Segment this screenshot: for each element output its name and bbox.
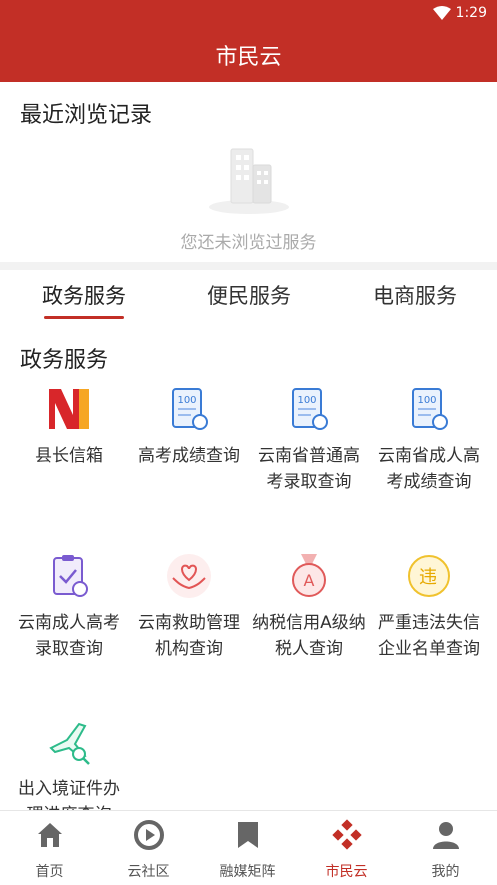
active-tab-indicator (44, 316, 124, 319)
tab-convenience-services[interactable]: 便民服务 (179, 280, 319, 310)
service-item-adult-score[interactable]: 100 云南省成人高考成绩查询 (370, 385, 488, 495)
violation-badge-icon: 违 (408, 555, 450, 597)
status-bar: 1:29 (0, 0, 497, 28)
service-item-rescue-agency[interactable]: 云南救助管理机构查询 (130, 552, 248, 662)
nav-citizen-cloud[interactable]: 市民云 (297, 811, 396, 885)
service-tabs: 政务服务 便民服务 电商服务 (0, 272, 497, 320)
service-item-yunnan-admission[interactable]: 100 云南省普通高考录取查询 (250, 385, 368, 495)
service-item-tax-credit[interactable]: A 纳税信用A级纳税人查询 (250, 552, 368, 662)
wifi-icon (433, 6, 451, 20)
empty-state-text: 您还未浏览过服务 (180, 233, 317, 253)
status-time: 1:29 (455, 5, 487, 21)
service-item-gaokao-score[interactable]: 100 高考成绩查询 (130, 385, 248, 469)
nav-profile[interactable]: 我的 (396, 811, 495, 885)
svg-text:100: 100 (417, 395, 436, 406)
svg-text:100: 100 (177, 395, 196, 406)
bottom-navigation: 首页 云社区 融媒矩阵 市民云 我的 (0, 810, 497, 885)
gov-section-title: 政务服务 (20, 348, 109, 373)
nav-cloud-community[interactable]: 云社区 (99, 811, 198, 885)
recent-title: 最近浏览记录 (20, 103, 153, 128)
home-icon (37, 823, 62, 847)
score-100-icon: 100 (172, 388, 208, 430)
medal-a-icon: A (292, 554, 326, 597)
service-item-exit-entry[interactable]: 出入境证件办理进度查询 (10, 718, 128, 810)
airplane-search-icon (49, 722, 90, 765)
service-item-violation-list[interactable]: 违 严重违法失信企业名单查询 (370, 552, 488, 662)
nav-media-matrix[interactable]: 融媒矩阵 (198, 811, 297, 885)
score-100-icon: 100 (412, 388, 448, 430)
person-icon (432, 822, 459, 849)
service-item-county-mailbox[interactable]: 县长信箱 (10, 385, 128, 469)
nav-home[interactable]: 首页 (0, 811, 99, 885)
tab-gov-services[interactable]: 政务服务 (14, 280, 154, 310)
county-mayor-mailbox-icon (49, 389, 89, 429)
page-title: 市民云 (215, 45, 282, 70)
empty-buildings-icon (209, 148, 289, 214)
service-item-adult-admission[interactable]: 云南成人高考录取查询 (10, 552, 128, 662)
section-divider (0, 262, 497, 270)
svg-text:100: 100 (297, 395, 316, 406)
citizen-cloud-icon (331, 819, 362, 850)
bookmark-icon (237, 822, 258, 848)
svg-text:A: A (304, 571, 315, 590)
heart-hands-icon (167, 554, 211, 598)
app-bar: 市民云 (0, 28, 497, 82)
svg-text:违: 违 (419, 567, 437, 588)
score-100-icon: 100 (292, 388, 328, 430)
cloud-community-icon (133, 820, 164, 850)
tab-ecommerce-services[interactable]: 电商服务 (345, 280, 485, 310)
clipboard-check-icon (53, 555, 88, 597)
